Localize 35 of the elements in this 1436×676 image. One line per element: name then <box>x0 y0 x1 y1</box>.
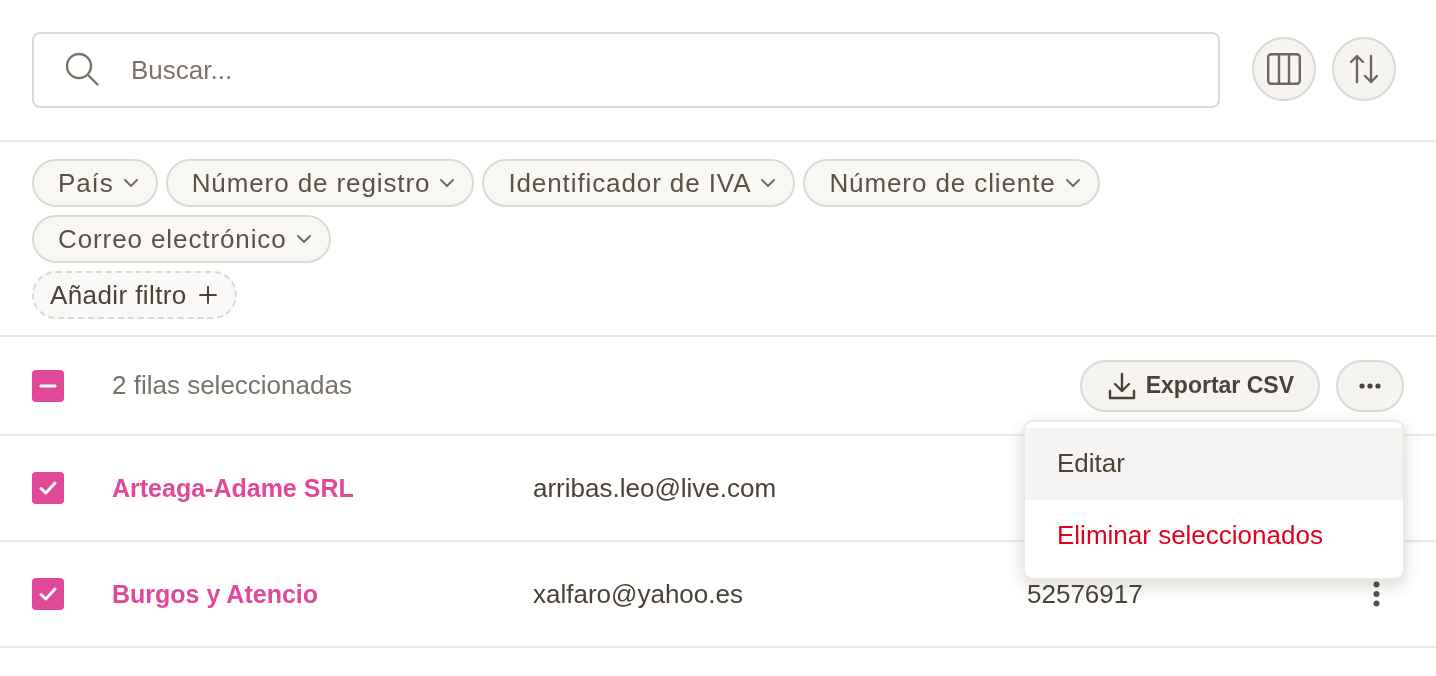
email-cell: arribas.leo@live.com <box>533 472 777 503</box>
filter-dropdown[interactable]: Número de cliente <box>803 159 1100 207</box>
sort-icon <box>1350 54 1378 84</box>
filter-dropdown[interactable]: Correo electrónico <box>32 215 331 263</box>
export-csv-button[interactable]: Exportar CSV <box>1079 359 1320 412</box>
filter-dropdown[interactable]: Número de registro <box>165 159 475 207</box>
chevron-down-icon <box>1065 179 1080 187</box>
email-cell: xalfaro@yahoo.es <box>533 578 743 609</box>
menu-item[interactable]: Editar <box>1025 427 1403 500</box>
chevron-down-icon <box>296 235 311 243</box>
search-field[interactable]: Buscar... <box>32 32 1220 108</box>
customer-name-link[interactable]: Arteaga-Adame SRL <box>112 473 354 502</box>
minus-icon <box>39 383 57 388</box>
selection-count: 2 filas seleccionadas <box>112 369 352 402</box>
row-checkbox[interactable] <box>32 472 64 504</box>
more-horizontal-icon <box>1359 382 1381 389</box>
columns-icon <box>1267 53 1301 85</box>
number-cell: 52576917 <box>1027 578 1143 609</box>
chevron-down-icon <box>123 179 138 187</box>
check-icon <box>39 481 57 495</box>
chevron-down-icon <box>440 179 455 187</box>
row-actions-button[interactable] <box>1373 581 1380 607</box>
customer-name-link[interactable]: Burgos y Atencio <box>112 579 319 608</box>
add-filter-button[interactable]: Añadir filtro <box>32 271 237 319</box>
check-icon <box>39 587 57 601</box>
plus-icon <box>198 286 217 304</box>
more-vertical-icon <box>1373 581 1380 607</box>
row-checkbox[interactable] <box>32 578 64 610</box>
chevron-down-icon <box>761 179 776 187</box>
select-all-checkbox[interactable] <box>32 369 64 402</box>
filter-dropdown[interactable]: Identificador de IVA <box>482 159 796 207</box>
download-icon <box>1107 371 1136 400</box>
search-icon <box>65 52 99 86</box>
menu-item[interactable]: Eliminar seleccionados <box>1025 499 1403 572</box>
filter-dropdown[interactable]: País <box>32 159 158 207</box>
